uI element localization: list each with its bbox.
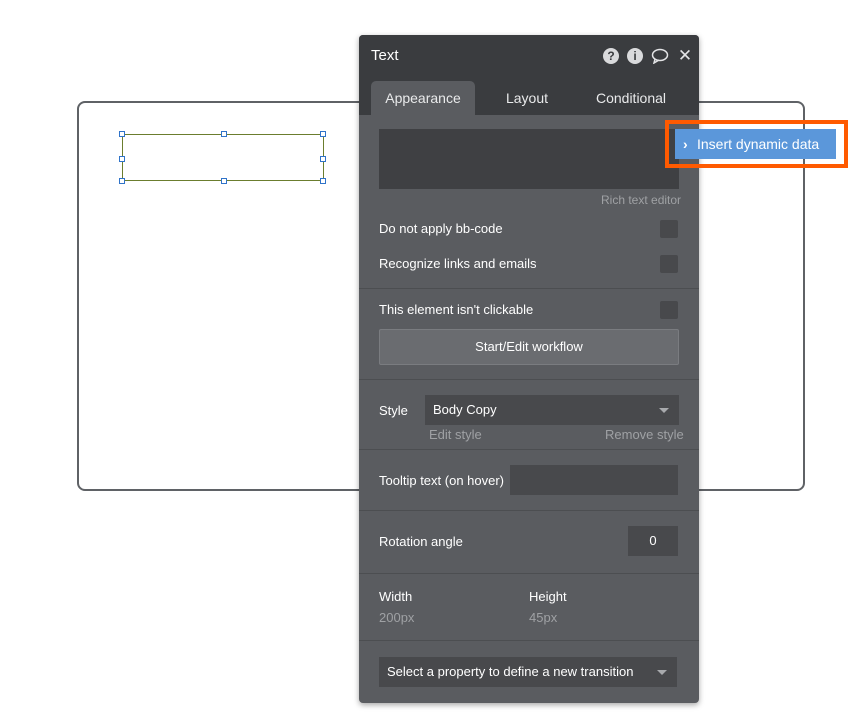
edit-style-link[interactable]: Edit style <box>429 427 482 442</box>
resize-handle[interactable] <box>221 131 227 137</box>
tooltip-input[interactable] <box>510 465 678 495</box>
tooltip-label: Tooltip text (on hover) <box>379 473 505 488</box>
selected-text-element[interactable] <box>122 134 324 181</box>
tab-layout[interactable]: Layout <box>477 81 577 115</box>
links-checkbox[interactable] <box>660 255 678 273</box>
resize-handle[interactable] <box>221 178 227 184</box>
height-label: Height <box>529 589 567 604</box>
help-icon[interactable]: ? <box>603 48 619 64</box>
clickable-label: This element isn't clickable <box>379 302 534 317</box>
style-label: Style <box>379 403 408 418</box>
resize-handle[interactable] <box>320 156 326 162</box>
panel-header[interactable]: Text ? i ✕ Appearance Layout Conditional <box>359 35 699 115</box>
resize-handle[interactable] <box>119 156 125 162</box>
divider <box>359 288 699 289</box>
highlight-annotation <box>665 120 848 168</box>
comment-icon[interactable] <box>651 48 669 65</box>
width-label: Width <box>379 589 413 604</box>
rich-text-editor-link[interactable]: Rich text editor <box>601 193 681 207</box>
tab-appearance[interactable]: Appearance <box>371 81 475 115</box>
transition-placeholder: Select a property to define a new transi… <box>387 664 634 679</box>
close-icon[interactable]: ✕ <box>677 47 693 64</box>
property-editor: Text ? i ✕ Appearance Layout Conditional… <box>359 35 699 703</box>
editor-stage: Text ? i ✕ Appearance Layout Conditional… <box>0 0 856 714</box>
chevron-down-icon <box>657 670 667 675</box>
divider <box>359 640 699 641</box>
resize-handle[interactable] <box>320 178 326 184</box>
rotation-input[interactable]: 0 <box>628 526 678 556</box>
edit-workflow-button[interactable]: Start/Edit workflow <box>379 329 679 365</box>
divider <box>359 573 699 574</box>
chevron-down-icon <box>659 408 669 413</box>
rich-text-input[interactable] <box>379 129 679 189</box>
panel-title: Text <box>371 47 399 64</box>
divider <box>359 379 699 380</box>
divider <box>359 510 699 511</box>
style-value: Body Copy <box>433 402 497 417</box>
bbcode-label: Do not apply bb-code <box>379 221 503 236</box>
clickable-checkbox[interactable] <box>660 301 678 319</box>
divider <box>359 449 699 450</box>
style-dropdown[interactable]: Body Copy <box>425 395 679 425</box>
info-icon[interactable]: i <box>627 48 643 64</box>
resize-handle[interactable] <box>119 131 125 137</box>
bbcode-checkbox[interactable] <box>660 220 678 238</box>
resize-handle[interactable] <box>119 178 125 184</box>
links-label: Recognize links and emails <box>379 256 537 271</box>
tab-conditional[interactable]: Conditional <box>581 81 681 115</box>
remove-style-link[interactable]: Remove style <box>605 427 684 442</box>
height-value[interactable]: 45px <box>529 610 557 625</box>
transition-dropdown[interactable]: Select a property to define a new transi… <box>379 657 677 687</box>
resize-handle[interactable] <box>320 131 326 137</box>
width-value[interactable]: 200px <box>379 610 414 625</box>
rotation-label: Rotation angle <box>379 534 463 549</box>
